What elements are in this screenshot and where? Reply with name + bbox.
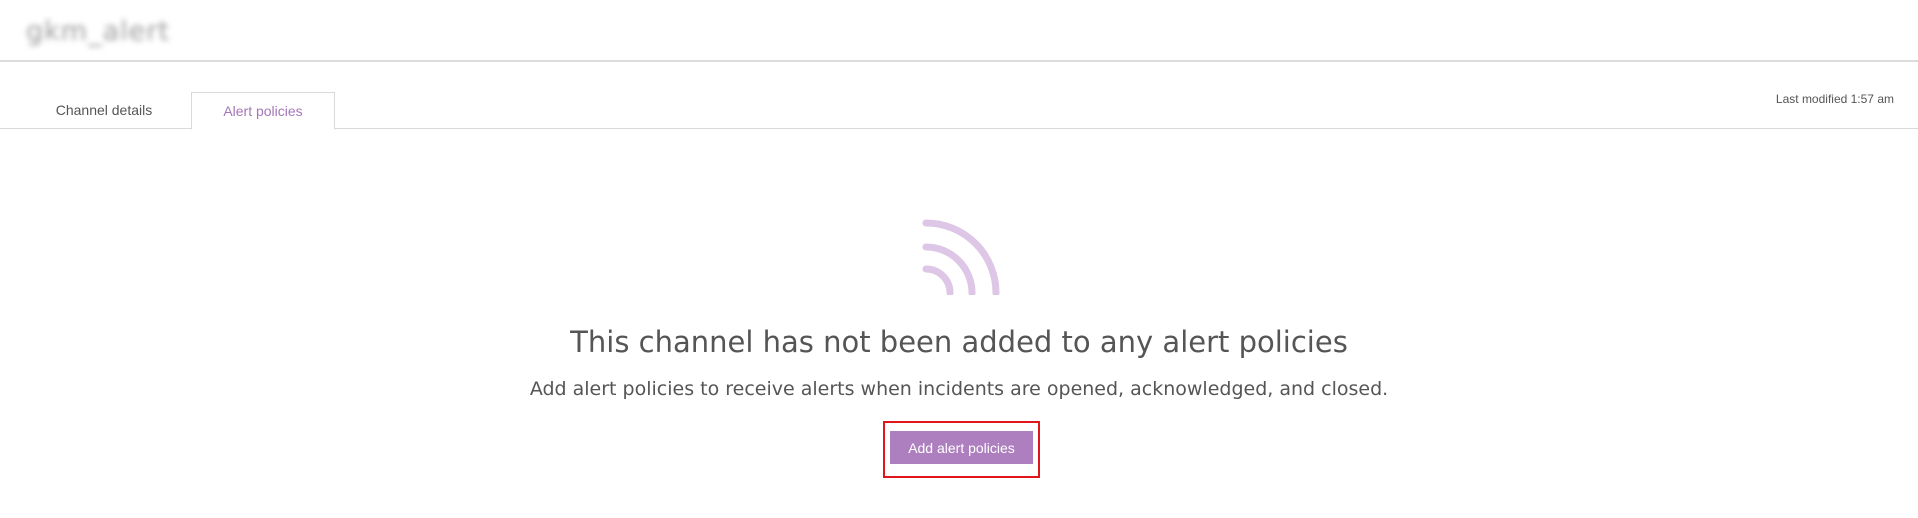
empty-state-subtitle: Add alert policies to receive alerts whe… [529,378,1389,400]
page-header: gkm_alert [0,0,1918,62]
empty-state: This channel has not been added to any a… [0,205,1918,478]
button-highlight-outline: Add alert policies [883,421,1040,478]
empty-state-title: This channel has not been added to any a… [570,325,1348,359]
channel-name-text: gkm_alert [26,16,170,47]
tab-channel-details[interactable]: Channel details [24,92,184,129]
signal-icon [922,219,1000,295]
channel-name-blurred: gkm_alert [26,14,176,50]
last-modified-label: Last modified 1:57 am [1775,92,1894,106]
add-alert-policies-button[interactable]: Add alert policies [890,431,1033,464]
tabs-bar: Channel details Alert policies [0,92,1918,130]
tab-alert-policies[interactable]: Alert policies [191,92,335,130]
